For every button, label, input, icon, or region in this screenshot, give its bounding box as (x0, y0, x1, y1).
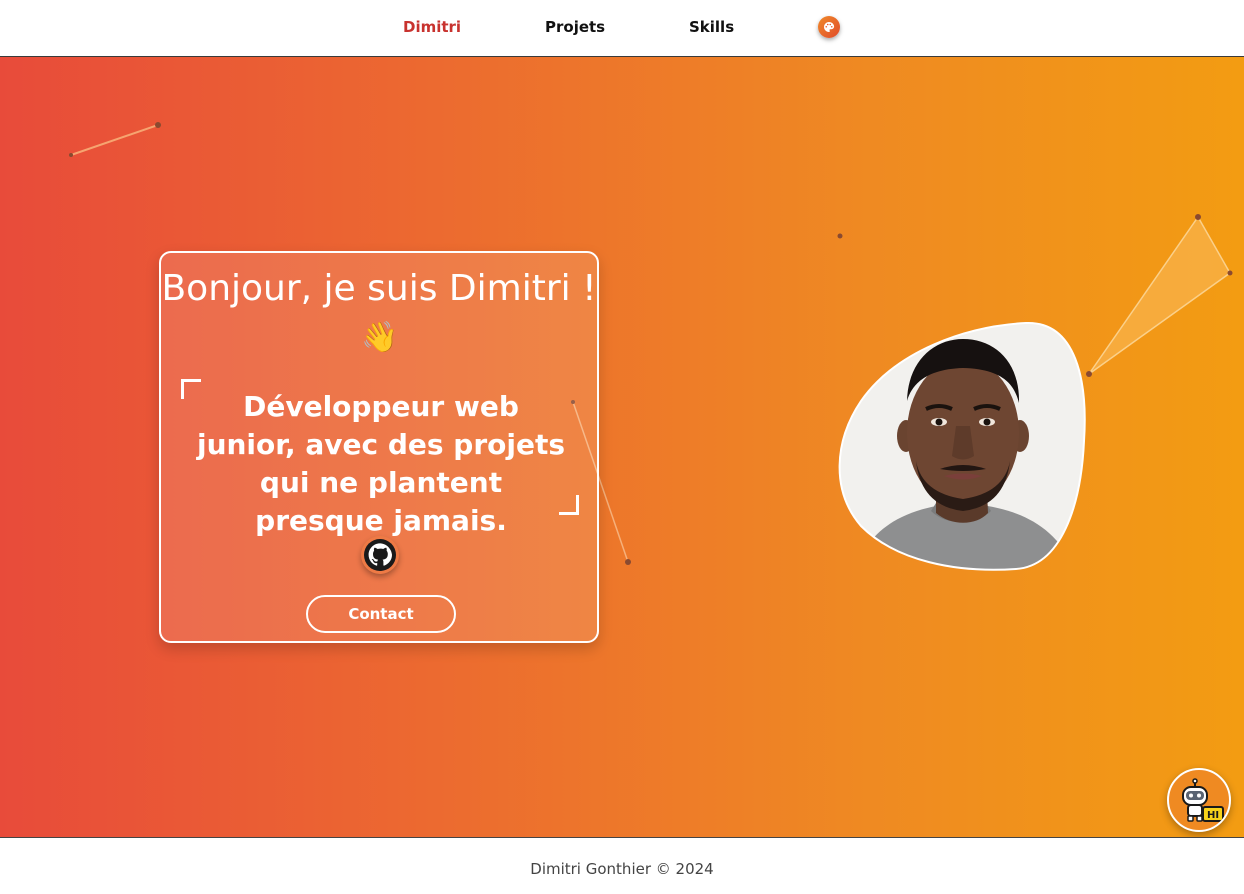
nav-link-skills[interactable]: Skills (689, 17, 734, 37)
intro-card: Bonjour, je suis Dimitri ! 👋 Développeur … (159, 251, 599, 643)
profile-photo (836, 321, 1088, 573)
greeting-text: Bonjour, je suis Dimitri ! (161, 268, 597, 309)
chatbot-badge: HI (1207, 810, 1219, 821)
footer-copyright: Dimitri Gonthier © 2024 (530, 860, 714, 878)
nav-link-home[interactable]: Dimitri (403, 17, 461, 37)
tagline: Développeur web junior, avec des projets… (196, 390, 566, 537)
github-icon (364, 539, 396, 571)
waving-hand-icon: 👋 (361, 320, 399, 355)
chatbot-button[interactable]: HI (1167, 768, 1231, 832)
robot-icon: HI (1171, 772, 1227, 828)
profile-photo-illustration (838, 321, 1086, 571)
github-link-button[interactable] (361, 536, 399, 574)
nav-link-projects[interactable]: Projets (545, 17, 605, 37)
hero-section: Bonjour, je suis Dimitri ! 👋 Développeur … (0, 57, 1244, 837)
top-navigation: Dimitri Projets Skills (0, 0, 1244, 57)
contact-button[interactable]: Contact (306, 595, 456, 633)
palette-icon (824, 22, 835, 32)
quote-corner-bottom-right (559, 495, 579, 515)
theme-toggle-button[interactable] (818, 16, 840, 38)
hero-title: Bonjour, je suis Dimitri ! 👋 (161, 265, 597, 361)
page-footer: Dimitri Gonthier © 2024 (0, 837, 1244, 894)
